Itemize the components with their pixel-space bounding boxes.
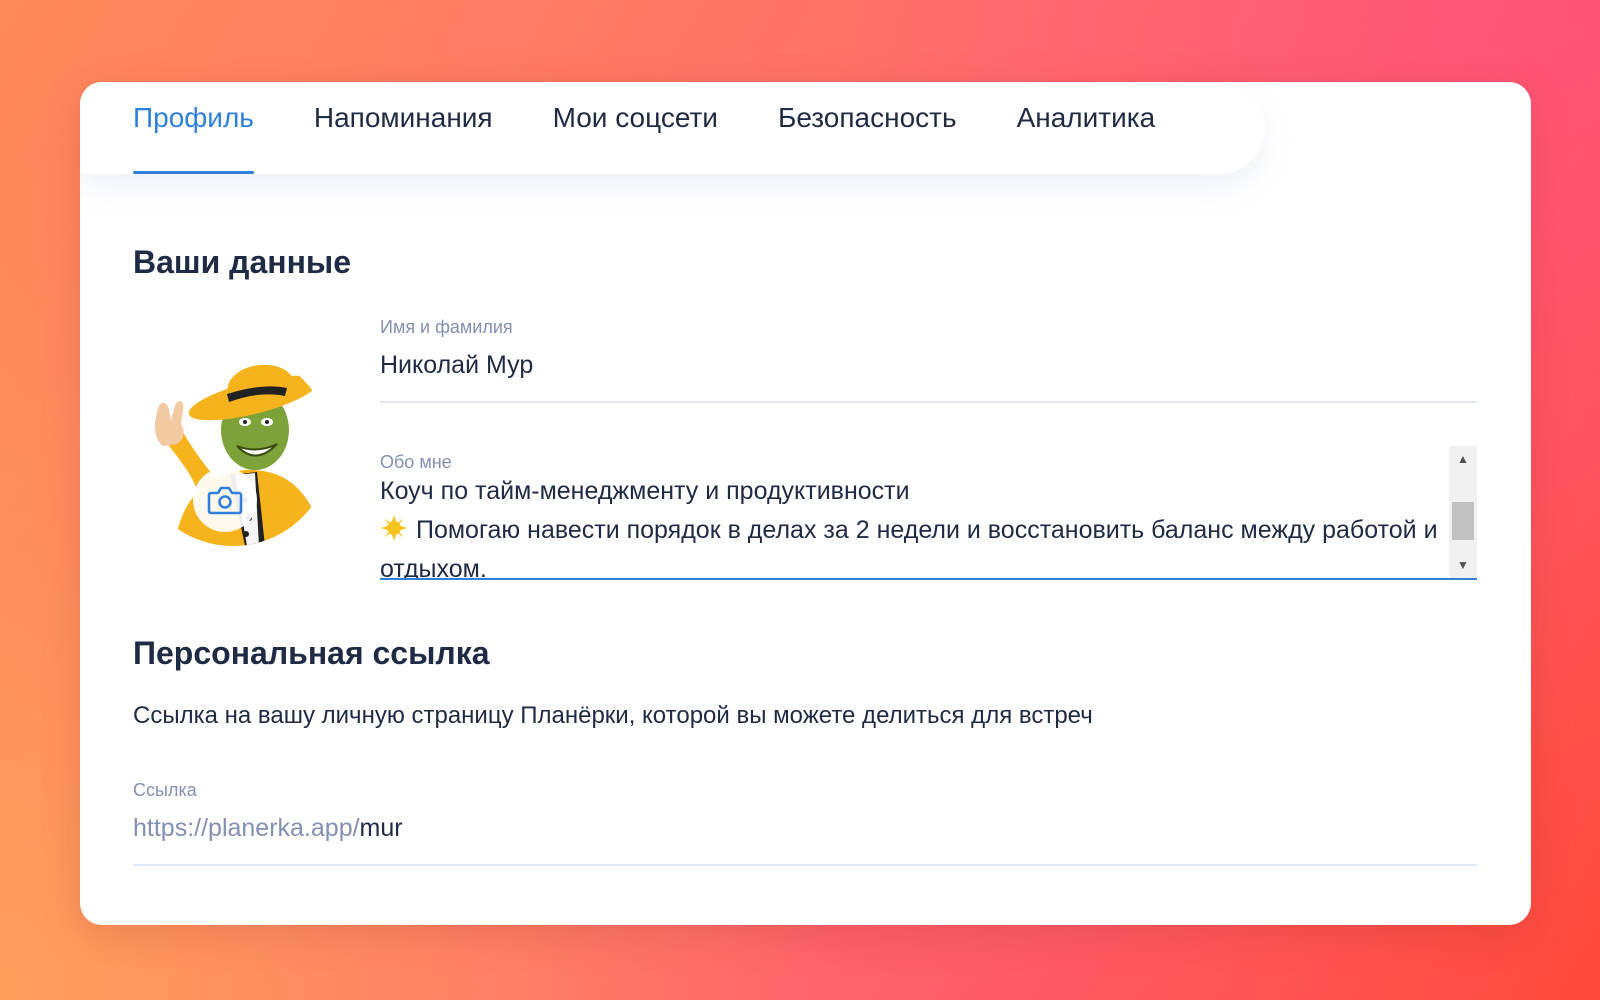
link-description: Ссылка на вашу личную страницу Планёрки,… xyxy=(133,702,1093,729)
link-value: mur xyxy=(359,814,403,842)
profile-section-title: Ваши данные xyxy=(133,244,352,280)
tab-reminders[interactable]: Напоминания xyxy=(314,82,493,174)
name-input[interactable]: Николай Мур xyxy=(380,351,1477,380)
about-scrollbar[interactable]: ▲ ▼ xyxy=(1449,446,1477,578)
name-label: Имя и фамилия xyxy=(380,317,513,337)
about-field[interactable]: Обо мне Коуч по тайм-менеджменту и проду… xyxy=(380,446,1477,580)
about-line-1: Коуч по тайм-менеджменту и продуктивност… xyxy=(380,477,910,505)
link-label: Ссылка xyxy=(133,780,197,800)
name-underline xyxy=(380,401,1477,403)
scroll-down-icon[interactable]: ▼ xyxy=(1449,554,1477,576)
about-textarea[interactable]: Обо мне Коуч по тайм-менеджменту и проду… xyxy=(380,446,1440,578)
link-underline xyxy=(133,864,1477,866)
tab-security[interactable]: Безопасность xyxy=(778,82,957,174)
tab-analytics[interactable]: Аналитика xyxy=(1017,82,1156,174)
tab-profile[interactable]: Профиль xyxy=(133,82,254,174)
settings-card: Профиль Напоминания Мои соцсети Безопасн… xyxy=(80,82,1531,925)
about-line-2: Помогаю навести порядок в делах за 2 нед… xyxy=(380,516,1438,578)
link-field[interactable]: Ссылка https://planerka.app/mur xyxy=(133,780,1477,870)
scroll-thumb[interactable] xyxy=(1452,502,1474,540)
tab-socials[interactable]: Мои соцсети xyxy=(553,82,718,174)
camera-icon xyxy=(207,486,243,515)
tabs-bar: Профиль Напоминания Мои соцсети Безопасн… xyxy=(80,82,1265,174)
scroll-up-icon[interactable]: ▲ xyxy=(1449,448,1477,470)
avatar-container[interactable] xyxy=(135,350,331,546)
link-section-title: Персональная ссылка xyxy=(133,635,490,671)
name-field[interactable]: Имя и фамилия Николай Мур xyxy=(380,317,1477,405)
link-prefix: https://planerka.app/ xyxy=(133,814,360,842)
sun-emoji-icon xyxy=(381,515,407,541)
about-label: Обо мне xyxy=(380,452,452,472)
about-underline xyxy=(380,578,1477,580)
link-input[interactable]: https://planerka.app/mur xyxy=(133,814,1477,843)
change-photo-button[interactable] xyxy=(193,468,257,532)
